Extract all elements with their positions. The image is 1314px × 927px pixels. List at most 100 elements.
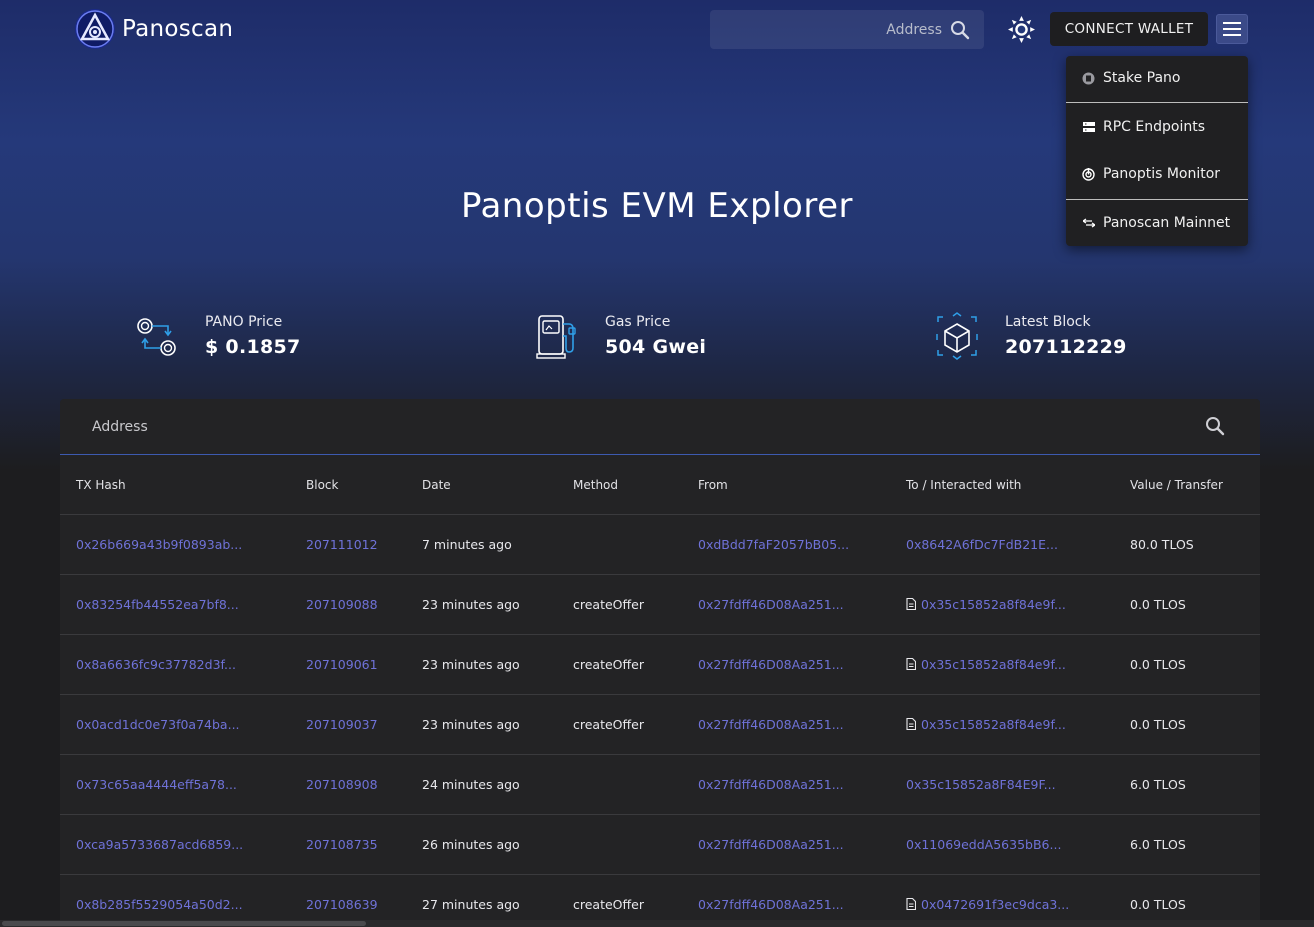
tx-value: 0.0 TLOS: [1130, 717, 1186, 732]
tx-hash-link[interactable]: 0x83254fb44552ea7bf8...: [76, 597, 239, 612]
gas-pump-icon: [536, 315, 576, 359]
to-address-cell: 0x35c15852a8f84e9f...: [906, 597, 1066, 613]
brand-name: Panoscan: [122, 16, 234, 42]
header-search[interactable]: [710, 10, 984, 49]
search-icon[interactable]: [950, 20, 970, 40]
server-icon: [1082, 121, 1095, 134]
from-address-link[interactable]: 0x27fdff46D08Aa251...: [698, 717, 844, 732]
to-address-link[interactable]: 0x11069eddA5635bB6...: [906, 837, 1061, 852]
tx-hash-link[interactable]: 0x8a6636fc9c37782d3f...: [76, 657, 236, 672]
from-address-link[interactable]: 0x27fdff46D08Aa251...: [698, 657, 844, 672]
tx-value: 0.0 TLOS: [1130, 597, 1186, 612]
block-link[interactable]: 207108639: [306, 897, 378, 912]
tx-method: createOffer: [573, 897, 644, 912]
to-address-link[interactable]: 0x8642A6fDc7FdB21E...: [906, 537, 1058, 552]
tx-hash-link[interactable]: 0x26b669a43b9f0893ab...: [76, 537, 242, 552]
table-row: 0xca9a5733687acd6859... 207108735 26 minut…: [60, 815, 1260, 875]
to-address-cell: 0x8642A6fDc7FdB21E...: [906, 537, 1058, 552]
from-address-link[interactable]: 0x27fdff46D08Aa251...: [698, 777, 844, 792]
transactions-card: TX Hash Block Date Method From To / Inte…: [60, 399, 1260, 927]
stat-value: $ 0.1857: [205, 336, 301, 358]
table-search[interactable]: [60, 399, 1260, 455]
tx-method: createOffer: [573, 657, 644, 672]
column-header-block[interactable]: Block: [306, 478, 338, 492]
menu-item-stake-pano[interactable]: Stake Pano: [1066, 58, 1248, 98]
from-address-link[interactable]: 0x27fdff46D08Aa251...: [698, 897, 844, 912]
column-header-method[interactable]: Method: [573, 478, 618, 492]
scrollbar-thumb[interactable]: [2, 921, 366, 926]
table-row: 0x83254fb44552ea7bf8... 207109088 23 minut…: [60, 575, 1260, 635]
tx-method: createOffer: [573, 597, 644, 612]
table-row: 0x8a6636fc9c37782d3f... 207109061 23 minut…: [60, 635, 1260, 695]
menu-item-label: Stake Pano: [1103, 70, 1181, 86]
tx-hash-link[interactable]: 0x0acd1dc0e73f0a74ba...: [76, 717, 240, 732]
tx-date: 23 minutes ago: [422, 657, 520, 672]
to-address-cell: 0x35c15852a8F84E9F...: [906, 777, 1056, 792]
column-header-date[interactable]: Date: [422, 478, 451, 492]
tx-value: 6.0 TLOS: [1130, 777, 1186, 792]
table-search-input[interactable]: [92, 418, 1172, 435]
tx-date: 7 minutes ago: [422, 537, 512, 552]
search-icon[interactable]: [1205, 416, 1225, 436]
block-link[interactable]: 207111012: [306, 537, 378, 552]
menu-button[interactable]: [1216, 14, 1248, 44]
column-header-value[interactable]: Value / Transfer: [1130, 478, 1223, 492]
monitor-icon: [1082, 167, 1095, 181]
pano-coin-icon: [1082, 72, 1095, 85]
contract-icon: [906, 897, 917, 913]
header-search-input[interactable]: [742, 21, 942, 38]
table-row: 0x0acd1dc0e73f0a74ba... 207109037 23 minut…: [60, 695, 1260, 755]
table-header: TX Hash Block Date Method From To / Inte…: [60, 456, 1260, 515]
horizontal-scrollbar[interactable]: [0, 920, 1314, 927]
stat-label: PANO Price: [205, 314, 283, 330]
from-address-link[interactable]: 0x27fdff46D08Aa251...: [698, 597, 844, 612]
to-address-link[interactable]: 0x35c15852a8f84e9f...: [921, 597, 1066, 612]
stat-label: Latest Block: [1005, 314, 1091, 330]
tx-value: 0.0 TLOS: [1130, 897, 1186, 912]
tx-value: 80.0 TLOS: [1130, 537, 1194, 552]
to-address-cell: 0x0472691f3ec9dca3...: [906, 897, 1069, 913]
block-link[interactable]: 207109088: [306, 597, 378, 612]
column-header-from[interactable]: From: [698, 478, 728, 492]
to-address-link[interactable]: 0x35c15852a8F84E9F...: [906, 777, 1056, 792]
tx-hash-link[interactable]: 0xca9a5733687acd6859...: [76, 837, 243, 852]
block-link[interactable]: 207109061: [306, 657, 378, 672]
tx-date: 23 minutes ago: [422, 717, 520, 732]
tx-date: 23 minutes ago: [422, 597, 520, 612]
column-header-tx-hash[interactable]: TX Hash: [76, 478, 126, 492]
tx-value: 6.0 TLOS: [1130, 837, 1186, 852]
block-link[interactable]: 207108908: [306, 777, 378, 792]
hamburger-icon: [1223, 22, 1241, 36]
to-address-link[interactable]: 0x35c15852a8f84e9f...: [921, 717, 1066, 732]
stat-pano-price: PANO Price $ 0.1857: [135, 312, 301, 360]
tx-hash-link[interactable]: 0x8b285f5529054a50d2...: [76, 897, 243, 912]
menu-divider: [1066, 102, 1248, 103]
menu-item-rpc-endpoints[interactable]: RPC Endpoints: [1066, 107, 1248, 147]
stat-value: 504 Gwei: [605, 336, 707, 358]
to-address-cell: 0x35c15852a8f84e9f...: [906, 657, 1066, 673]
to-address-link[interactable]: 0x0472691f3ec9dca3...: [921, 897, 1069, 912]
to-address-link[interactable]: 0x35c15852a8f84e9f...: [921, 657, 1066, 672]
table-row: 0x73c65aa4444eff5a78... 207108908 24 minut…: [60, 755, 1260, 815]
tx-date: 26 minutes ago: [422, 837, 520, 852]
from-address-link[interactable]: 0xdBdd7faF2057bB05...: [698, 537, 849, 552]
menu-item-label: RPC Endpoints: [1103, 119, 1205, 135]
to-address-cell: 0x11069eddA5635bB6...: [906, 837, 1061, 852]
tx-method: createOffer: [573, 717, 644, 732]
contract-icon: [906, 597, 917, 613]
from-address-link[interactable]: 0x27fdff46D08Aa251...: [698, 837, 844, 852]
to-address-cell: 0x35c15852a8f84e9f...: [906, 717, 1066, 733]
stat-label: Gas Price: [605, 314, 671, 330]
block-link[interactable]: 207109037: [306, 717, 378, 732]
tx-value: 0.0 TLOS: [1130, 657, 1186, 672]
contract-icon: [906, 717, 917, 733]
block-link[interactable]: 207108735: [306, 837, 378, 852]
tx-date: 24 minutes ago: [422, 777, 520, 792]
panoscan-logo-icon: [75, 9, 115, 49]
theme-toggle-sun-icon[interactable]: [1008, 16, 1035, 43]
column-header-to[interactable]: To / Interacted with: [906, 478, 1021, 492]
tx-hash-link[interactable]: 0x73c65aa4444eff5a78...: [76, 777, 237, 792]
contract-icon: [906, 657, 917, 673]
connect-wallet-button[interactable]: CONNECT WALLET: [1050, 12, 1208, 46]
brand-logo[interactable]: Panoscan: [74, 8, 233, 50]
